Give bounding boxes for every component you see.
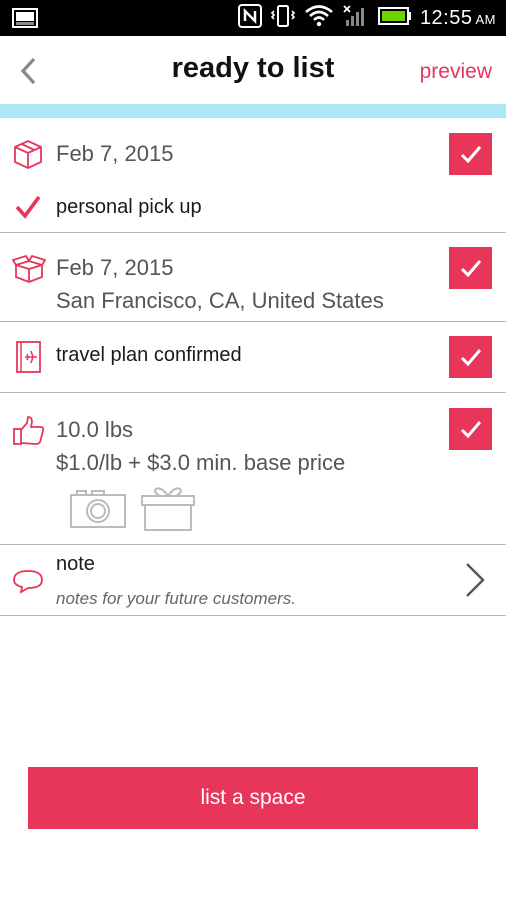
pickup-date: Feb 7, 2015 [56,141,174,166]
note-placeholder: notes for your future customers. [56,589,296,608]
gallery-notification-icon [12,8,38,33]
passport-icon [15,340,43,379]
chevron-right-icon [464,561,486,604]
check-mark-icon [14,194,42,225]
thumbs-up-icon [12,415,46,452]
pickup-method: personal pick up [56,196,202,218]
check-icon [460,260,481,278]
clock: 12:55 AM [419,6,496,29]
accent-divider [0,104,506,118]
battery-icon [377,6,412,31]
vibrate-icon [270,4,296,33]
note-row[interactable]: note notes for your future customers. [0,545,506,616]
wifi-icon [304,4,334,33]
delivery-row[interactable]: Feb 7, 2015 San Francisco, CA, United St… [0,233,506,322]
status-bar: 12:55 AM [0,0,506,36]
weight-checkbox[interactable] [449,408,492,450]
travel-checkbox[interactable] [449,336,492,378]
top-app-bar: ready to list preview [0,36,506,104]
signal-icon [342,4,370,33]
pickup-checkbox[interactable] [449,133,492,175]
nfc-icon [237,3,262,33]
travel-row[interactable]: travel plan confirmed [0,322,506,393]
check-icon [460,421,481,439]
check-icon [460,349,481,367]
open-box-icon [11,254,47,288]
weight-row[interactable]: 10.0 lbs $1.0/lb + $3.0 min. base price [0,393,506,545]
check-icon [460,146,481,164]
camera-icon[interactable] [69,489,127,534]
price-text: $1.0/lb + $3.0 min. base price [56,450,346,475]
box-icon [12,139,44,174]
note-label: note [56,553,95,575]
preview-button[interactable]: preview [420,60,492,84]
list-a-space-button[interactable]: list a space [28,767,478,829]
delivery-date: Feb 7, 2015 [56,255,174,280]
speech-bubble-icon [12,568,44,599]
pickup-row[interactable]: Feb 7, 2015 personal pick up [0,118,506,233]
delivery-location: San Francisco, CA, United States [56,288,384,313]
delivery-checkbox[interactable] [449,247,492,289]
gift-icon[interactable] [139,484,197,537]
weight-value: 10.0 lbs [56,417,134,442]
travel-plan-label: travel plan confirmed [56,344,242,366]
